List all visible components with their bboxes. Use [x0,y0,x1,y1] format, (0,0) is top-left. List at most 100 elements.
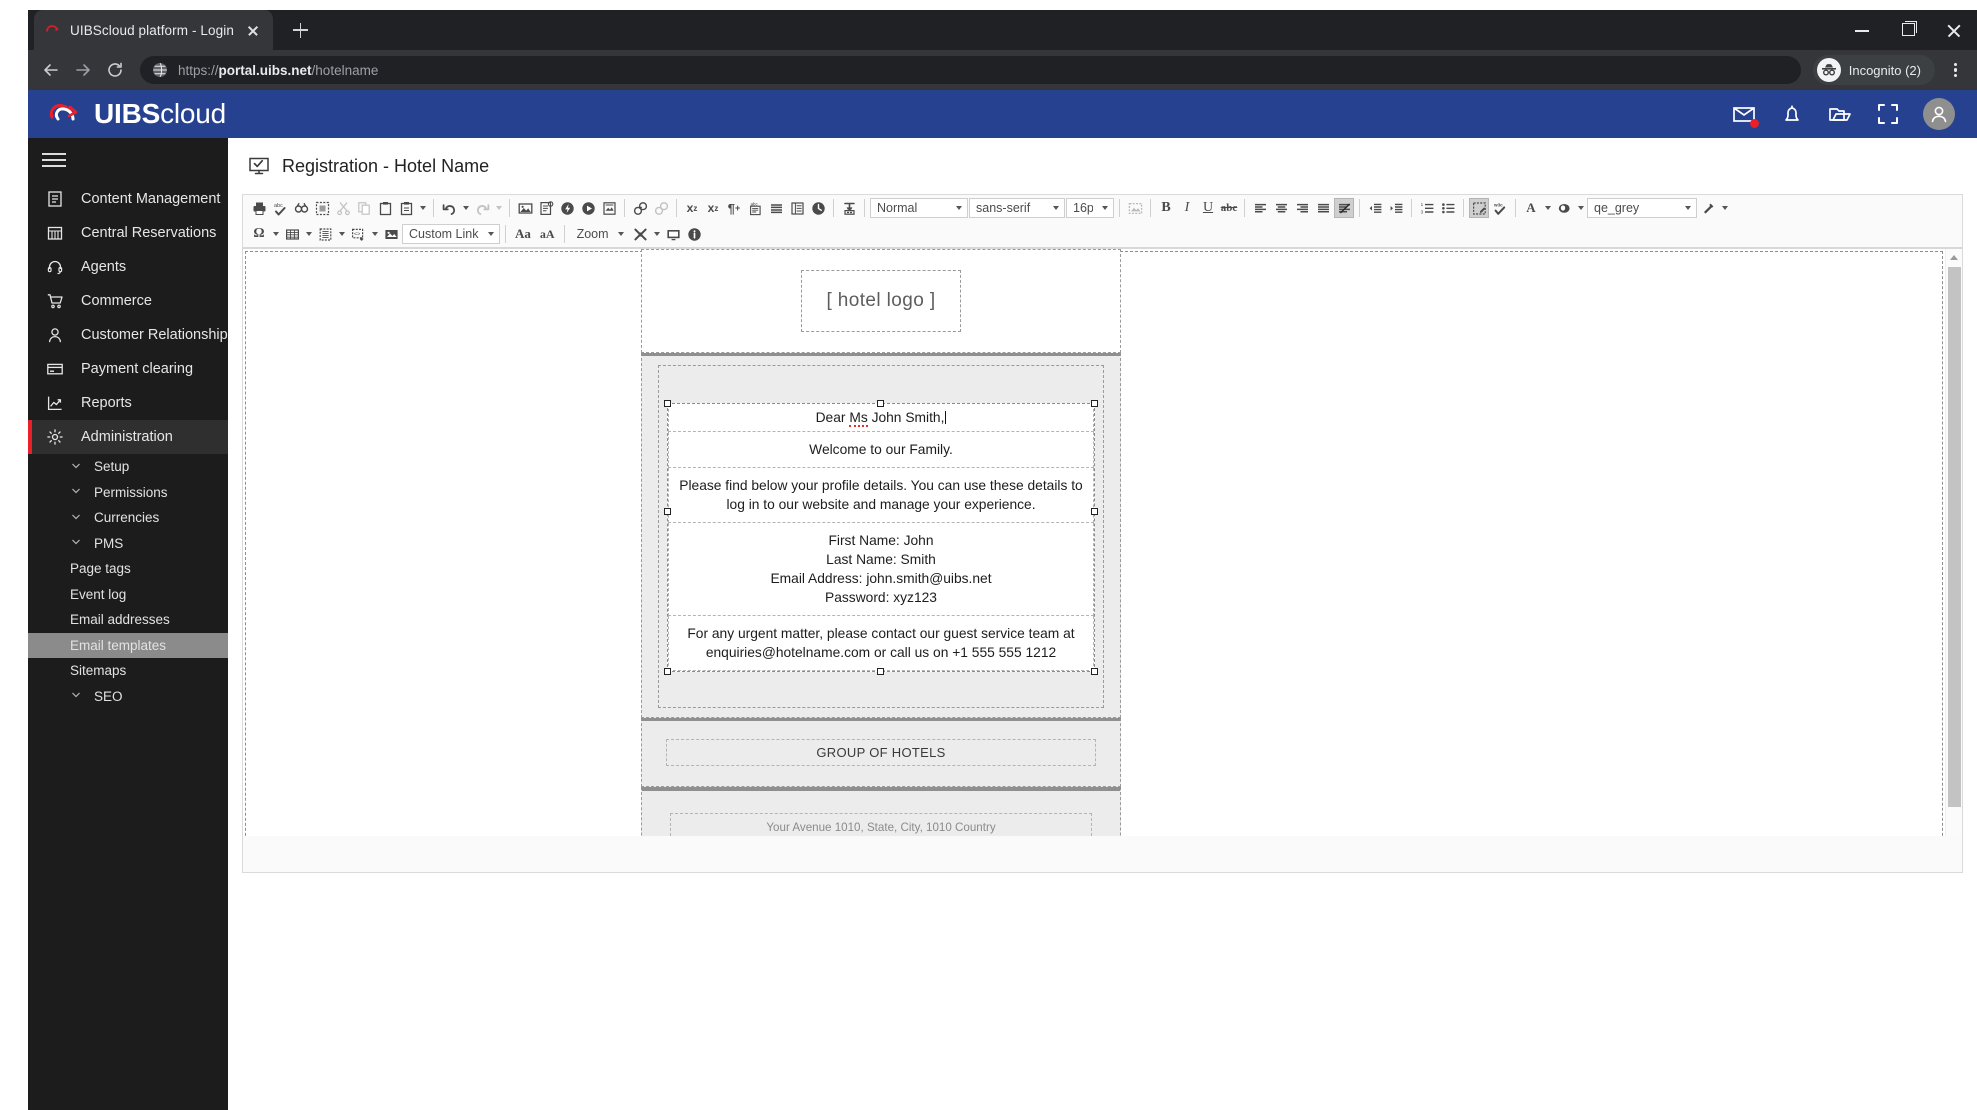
form-icon[interactable] [787,198,807,218]
sidebar-item-commerce[interactable]: Commerce [28,284,228,318]
outdent-button[interactable] [1365,198,1385,218]
table-properties-icon[interactable] [315,224,335,244]
table-properties-caret[interactable] [336,224,347,244]
paragraph-icon[interactable]: ¶ + [724,198,744,218]
about-icon[interactable] [685,224,705,244]
text-color-caret[interactable] [1542,198,1553,218]
align-right-button[interactable] [1292,198,1312,218]
block-format-select[interactable]: Normal [870,198,968,218]
window-maximize-button[interactable] [1885,10,1931,50]
font-size-select[interactable]: 16px [1066,198,1114,218]
email-profile-block[interactable]: First Name: John Last Name: Smith Email … [668,523,1094,617]
w3c-validate-button[interactable]: w3c [1490,198,1510,218]
email-welcome-line[interactable]: Welcome to our Family. [668,432,1094,469]
special-character-caret[interactable] [270,224,281,244]
sidebar-subitem-email-templates[interactable]: Email templates [28,632,228,658]
remove-format-button[interactable] [1334,198,1354,218]
email-contact-line[interactable]: For any urgent matter, please contact ou… [668,616,1094,672]
resize-handle-bottom-right[interactable] [1091,668,1098,676]
sidebar-toggle-button[interactable] [28,138,228,182]
sidebar-item-content-management[interactable]: Content Management [28,182,228,216]
numbered-list-button[interactable]: 13 [1417,198,1437,218]
sidebar-item-central-reservations[interactable]: Central Reservations [28,216,228,250]
insert-template-icon[interactable] [599,198,619,218]
preview-icon[interactable] [664,224,684,244]
editor-vertical-scrollbar[interactable] [1945,249,1962,836]
window-minimize-button[interactable] [1839,10,1885,50]
tools-caret[interactable] [652,224,663,244]
email-intro-line[interactable]: Please find below your profile details. … [668,468,1094,524]
sidebar-item-reports[interactable]: Reports [28,386,228,420]
image-map-icon[interactable] [381,224,401,244]
sidebar-item-administration[interactable]: Administration [28,420,228,454]
underline-button[interactable]: U [1198,198,1218,218]
sidebar-subitem-page-tags[interactable]: Page tags [28,556,228,582]
align-center-button[interactable] [1271,198,1291,218]
editor-canvas[interactable]: [ hotel logo ] Dear Ms John Smith, Welco… [243,248,1962,836]
scroll-up-arrow-icon[interactable] [1950,255,1958,260]
indent-button[interactable] [1386,198,1406,218]
hotel-logo-placeholder[interactable]: [ hotel logo ] [801,270,961,332]
spellcheck-icon[interactable]: abc [270,198,290,218]
zoom-select[interactable]: Zoom [570,224,630,244]
source-code-caret[interactable] [369,224,380,244]
print-icon[interactable] [249,198,269,218]
resize-handle-middle-right[interactable] [1091,508,1098,515]
justify-button[interactable] [1313,198,1333,218]
kebab-menu-icon[interactable] [1941,55,1969,85]
paste-options-caret[interactable] [417,198,428,218]
custom-links-select[interactable]: Custom Links [402,224,500,244]
bell-icon[interactable] [1779,101,1805,127]
scrollbar-thumb[interactable] [1948,267,1961,807]
address-bar[interactable]: https://portal.uibs.net/hotelname [140,56,1801,84]
mail-icon[interactable] [1731,101,1759,128]
resize-handle-top-center[interactable] [877,400,884,407]
resize-handle-middle-left[interactable] [664,508,671,515]
anchor-icon[interactable] [839,198,859,218]
incognito-indicator[interactable]: Incognito (2) [1812,55,1935,85]
decrease-font-icon[interactable]: aA [536,224,559,244]
sidebar-item-payment-clearing[interactable]: Payment clearing [28,352,228,386]
select-all-icon[interactable] [312,198,332,218]
back-arrow-icon[interactable] [36,55,66,85]
email-logo-section[interactable]: [ hotel logo ] [641,249,1121,353]
spellcheck-doc-icon[interactable]: abc [745,198,765,218]
clock-icon[interactable] [808,198,828,218]
resize-handle-bottom-left[interactable] [664,668,671,676]
insert-flash-icon[interactable] [557,198,577,218]
insert-image-icon[interactable] [515,198,535,218]
strikethrough-button[interactable]: abc [1219,198,1239,218]
insert-table-icon[interactable] [282,224,302,244]
window-close-button[interactable] [1931,10,1977,50]
unlink-icon[interactable] [651,198,671,218]
sidebar-subitem-seo[interactable]: SEO [28,684,228,710]
background-color-button[interactable] [1554,198,1574,218]
bold-button[interactable]: B [1156,198,1176,218]
background-color-caret[interactable] [1575,198,1586,218]
superscript-icon[interactable]: xz [682,198,702,218]
resize-handle-bottom-center[interactable] [877,668,884,676]
italic-button[interactable]: I [1177,198,1197,218]
special-character-icon[interactable]: Ω [249,224,269,244]
paste-text-icon[interactable] [396,198,416,218]
redo-options-caret[interactable] [493,198,504,218]
sidebar-subitem-email-addresses[interactable]: Email addresses [28,607,228,633]
horizontal-rule-icon[interactable] [766,198,786,218]
footer-address-line[interactable]: Your Avenue 1010, State, City, 1010 Coun… [670,813,1092,836]
email-body-selected-block[interactable]: Dear Ms John Smith, Welcome to our Famil… [664,400,1098,676]
user-avatar-icon[interactable] [1923,98,1955,130]
new-tab-button[interactable] [283,13,317,47]
sidebar-subitem-event-log[interactable]: Event log [28,582,228,608]
forward-arrow-icon[interactable] [68,55,98,85]
sidebar-subitem-pms[interactable]: PMS [28,531,228,557]
group-of-hotels-banner[interactable]: GROUP OF HOTELS [666,739,1096,767]
increase-font-icon[interactable]: Aa [511,224,535,244]
resize-handle-top-left[interactable] [664,400,671,407]
sidebar-subitem-currencies[interactable]: Currencies [28,505,228,531]
tab-close-icon[interactable] [243,20,263,40]
sidebar-subitem-setup[interactable]: Setup [28,454,228,480]
subscript-icon[interactable]: xz [703,198,723,218]
undo-options-caret[interactable] [460,198,471,218]
font-family-select[interactable]: sans-serif [969,198,1065,218]
align-left-button[interactable] [1250,198,1270,218]
